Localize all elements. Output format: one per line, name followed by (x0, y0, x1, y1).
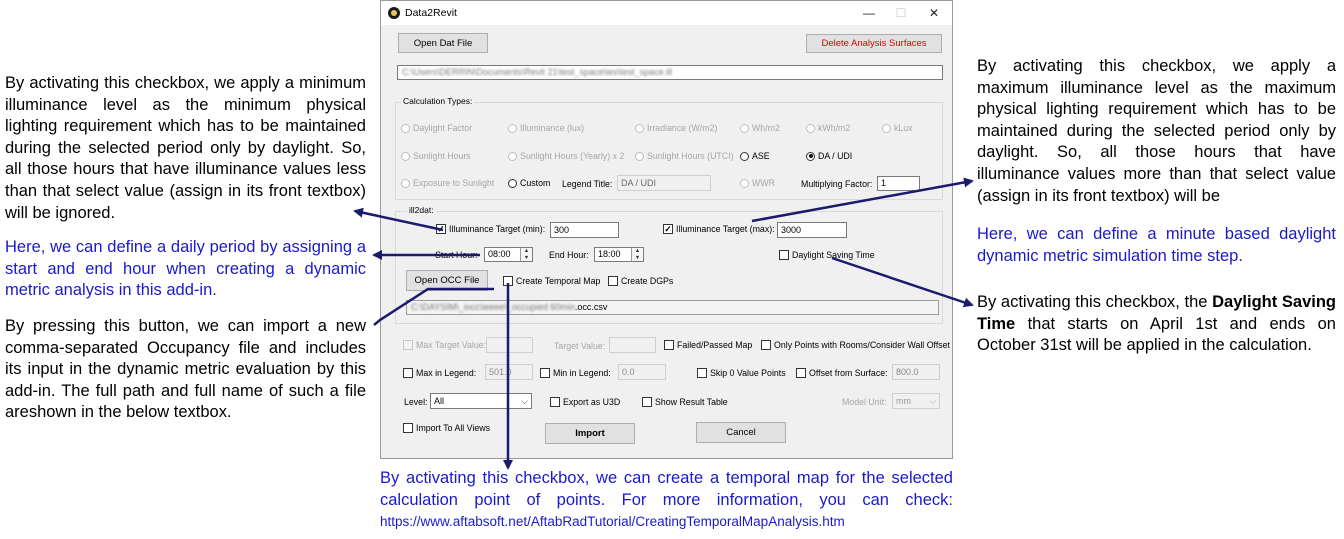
arrow-min-illuminance (353, 207, 444, 232)
arrow-occ-file (373, 287, 494, 326)
arrow-max-illuminance (751, 177, 974, 223)
arrow-daylight-saving (831, 256, 974, 308)
annotation-arrows (353, 177, 974, 470)
